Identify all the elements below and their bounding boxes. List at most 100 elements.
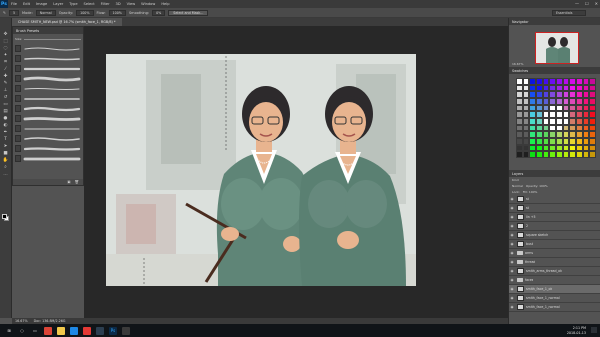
visibility-eye-icon[interactable]: ◉ [509,269,515,273]
close-icon[interactable]: ✕ [595,1,598,6]
swatch-cell[interactable] [562,104,570,112]
swatch-cell[interactable] [582,151,590,158]
swatch-cell[interactable] [549,124,556,132]
swatch-cell[interactable] [516,144,523,152]
swatch-cell[interactable] [589,124,596,132]
swatch-cell[interactable] [562,97,570,105]
swatch-cell[interactable] [575,111,583,118]
swatch-cell[interactable] [562,91,570,98]
swatch-cell[interactable] [589,78,596,85]
swatch-cell[interactable] [535,84,543,92]
swatch-cell[interactable] [522,124,530,132]
swatch-cell[interactable] [516,91,523,98]
document-tab[interactable]: CHASE SMITH_NEW.psd @ 16.7% (smith_face_… [12,18,122,26]
swatch-cell[interactable] [516,104,523,112]
history-brush-icon[interactable]: ↺ [2,95,10,100]
swatch-cell[interactable] [555,91,563,98]
search-icon[interactable]: ○ [18,327,26,335]
gradient-tool-icon[interactable]: ▤ [2,109,10,114]
eyedropper-tool-icon[interactable]: ⁄ [2,67,10,72]
swatch-cell[interactable] [589,104,596,112]
path-select-tool-icon[interactable]: ➤ [2,144,10,149]
swatch-cell[interactable] [529,111,536,118]
swatch-cell[interactable] [529,97,536,105]
layers-kind-filter[interactable]: Kind [512,178,519,182]
swatch-cell[interactable] [522,111,530,118]
minimize-icon[interactable]: — [575,1,579,6]
visibility-eye-icon[interactable]: ◉ [509,260,515,264]
swatch-cell[interactable] [575,78,583,85]
swatch-cell[interactable] [529,137,536,145]
layer-row[interactable]: ◉ 2 [509,222,600,231]
swatch-cell[interactable] [535,137,543,145]
swatch-cell[interactable] [582,91,590,98]
swatch-cell[interactable] [529,144,536,152]
shape-tool-icon[interactable]: ■ [2,151,10,156]
swatch-cell[interactable] [582,124,590,132]
visibility-eye-icon[interactable]: ◉ [509,224,515,228]
swatch-cell[interactable] [542,124,550,132]
swatch-cell[interactable] [575,144,583,152]
layer-row[interactable]: ◉ lin +5 [509,213,600,222]
marquee-tool-icon[interactable]: ⬚ [2,39,10,44]
swatch-cell[interactable] [582,117,590,125]
swatch-cell[interactable] [569,91,576,98]
swatch-cell[interactable] [529,84,536,92]
swatch-cell[interactable] [522,137,530,145]
layer-group-row[interactable]: ◉ faces [509,276,600,285]
brush-preset-item[interactable] [15,54,81,63]
lasso-tool-icon[interactable]: ◌ [2,46,10,51]
swatch-cell[interactable] [569,144,576,152]
brush-preset-item[interactable] [15,74,81,83]
menu-item-help[interactable]: Help [158,2,172,6]
layer-row[interactable]: ◉ smith_face_1_normal [509,294,600,303]
visibility-eye-icon[interactable]: ◉ [509,197,515,201]
swatch-cell[interactable] [555,111,563,118]
swatch-cell[interactable] [522,131,530,138]
menu-item-layer[interactable]: Layer [50,2,66,6]
swatch-cell[interactable] [589,111,596,118]
swatch-cell[interactable] [562,144,570,152]
swatch-cell[interactable] [555,151,563,158]
layer-row[interactable]: ◉ smith_face_1_ok [509,285,600,294]
navigator-thumbnail[interactable] [535,32,579,64]
visibility-eye-icon[interactable]: ◉ [509,296,515,300]
swatch-cell[interactable] [542,104,550,112]
swatch-cell[interactable] [522,104,530,112]
swatch-cell[interactable] [535,131,543,138]
swatch-cell[interactable] [535,104,543,112]
swatch-cell[interactable] [569,137,576,145]
swatch-cell[interactable] [516,131,523,138]
swatch-cell[interactable] [555,144,563,152]
swatch-cell[interactable] [516,84,523,92]
opacity-field[interactable]: 100% [76,9,94,16]
layer-row[interactable]: ◉ st [509,195,600,204]
swatch-cell[interactable] [522,151,530,158]
layer-row[interactable]: ◉ smith_face_1_normal [509,303,600,312]
swatch-cell[interactable] [562,78,570,85]
swatch-cell[interactable] [542,144,550,152]
swatch-cell[interactable] [516,111,523,118]
store-icon[interactable] [70,326,78,335]
foreground-color-swatch[interactable] [2,214,7,219]
swatch-cell[interactable] [542,111,550,118]
artwork-canvas[interactable] [106,54,416,286]
swatch-cell[interactable] [582,78,590,85]
type-tool-icon[interactable]: T [2,137,10,142]
layer-row[interactable]: ◉ square sketch [509,231,600,240]
swatch-cell[interactable] [542,84,550,92]
brush-preset-item[interactable] [15,134,81,143]
workspace-select[interactable]: Essentials [552,10,586,16]
healing-tool-icon[interactable]: ✚ [2,74,10,79]
swatch-cell[interactable] [516,78,523,85]
swatch-cell[interactable] [575,137,583,145]
delete-preset-icon[interactable]: 🗑 [75,180,79,184]
brush-preset-item[interactable] [15,154,81,163]
steam-icon[interactable] [96,326,104,335]
app-taskbar-icon[interactable] [122,326,130,335]
swatch-cell[interactable] [555,117,563,125]
layer-row[interactable]: ◉ st [509,204,600,213]
swatch-cell[interactable] [542,131,550,138]
swatch-cell[interactable] [529,78,536,85]
eraser-tool-icon[interactable]: ▭ [2,102,10,107]
